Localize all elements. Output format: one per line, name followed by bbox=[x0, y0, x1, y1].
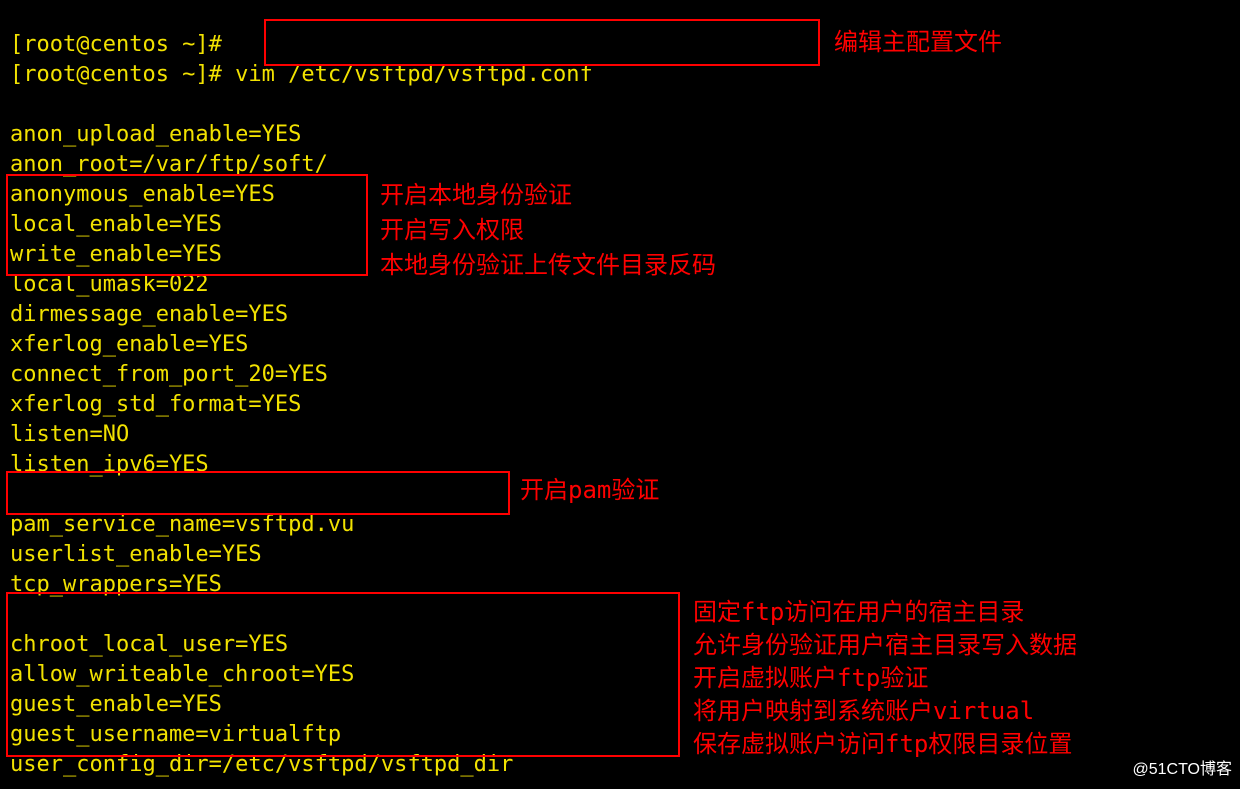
cfg-local-umask: local_umask=022 bbox=[10, 272, 209, 297]
terminal-output: [root@centos ~]# [root@centos ~]# vim /e… bbox=[10, 0, 593, 780]
cfg-anon-root: anon_root=/var/ftp/soft/ bbox=[10, 152, 328, 177]
ann-edit-main-conf: 编辑主配置文件 bbox=[834, 27, 1002, 57]
ann-allow-write: 允许身份验证用户宿主目录写入数据 bbox=[693, 630, 1077, 660]
cfg-tcp-wrappers: tcp_wrappers=YES bbox=[10, 572, 222, 597]
ann-write-enable: 开启写入权限 bbox=[380, 215, 524, 245]
cfg-anon-upload: anon_upload_enable=YES bbox=[10, 122, 301, 147]
cfg-listen-ipv6: listen_ipv6=YES bbox=[10, 452, 209, 477]
ann-pam: 开启pam验证 bbox=[520, 475, 659, 505]
cfg-local-enable: local_enable=YES bbox=[10, 212, 222, 237]
cfg-allow-writeable: allow_writeable_chroot=YES bbox=[10, 662, 354, 687]
cfg-guest-username: guest_username=virtualftp bbox=[10, 722, 341, 747]
cfg-dirmessage: dirmessage_enable=YES bbox=[10, 302, 288, 327]
ann-guest-enable: 开启虚拟账户ftp验证 bbox=[693, 663, 928, 693]
prompt-line-2-prefix: [root@centos ~]# bbox=[10, 62, 235, 87]
cfg-chroot-local: chroot_local_user=YES bbox=[10, 632, 288, 657]
cfg-connect-20: connect_from_port_20=YES bbox=[10, 362, 328, 387]
cfg-anonymous-enable: anonymous_enable=YES bbox=[10, 182, 275, 207]
cfg-listen: listen=NO bbox=[10, 422, 129, 447]
cfg-userlist: userlist_enable=YES bbox=[10, 542, 262, 567]
ann-guest-user: 将用户映射到系统账户virtual bbox=[693, 696, 1034, 726]
vim-command: vim /etc/vsftpd/vsftpd.conf bbox=[235, 62, 593, 87]
watermark: @51CTO博客 bbox=[1132, 755, 1232, 785]
prompt-line-1: [root@centos ~]# bbox=[10, 32, 222, 57]
cfg-user-config-dir: user_config_dir=/etc/vsftpd/vsftpd_dir bbox=[10, 752, 513, 777]
cfg-guest-enable: guest_enable=YES bbox=[10, 692, 222, 717]
cfg-xferlog-en: xferlog_enable=YES bbox=[10, 332, 248, 357]
ann-chroot-local: 固定ftp访问在用户的宿主目录 bbox=[693, 597, 1024, 627]
cfg-xferlog-std: xferlog_std_format=YES bbox=[10, 392, 301, 417]
ann-user-config: 保存虚拟账户访问ftp权限目录位置 bbox=[693, 729, 1072, 759]
cfg-pam-service: pam_service_name=vsftpd.vu bbox=[10, 512, 354, 537]
ann-local-enable: 开启本地身份验证 bbox=[380, 180, 572, 210]
ann-local-umask: 本地身份验证上传文件目录反码 bbox=[380, 250, 716, 280]
cfg-write-enable: write_enable=YES bbox=[10, 242, 222, 267]
